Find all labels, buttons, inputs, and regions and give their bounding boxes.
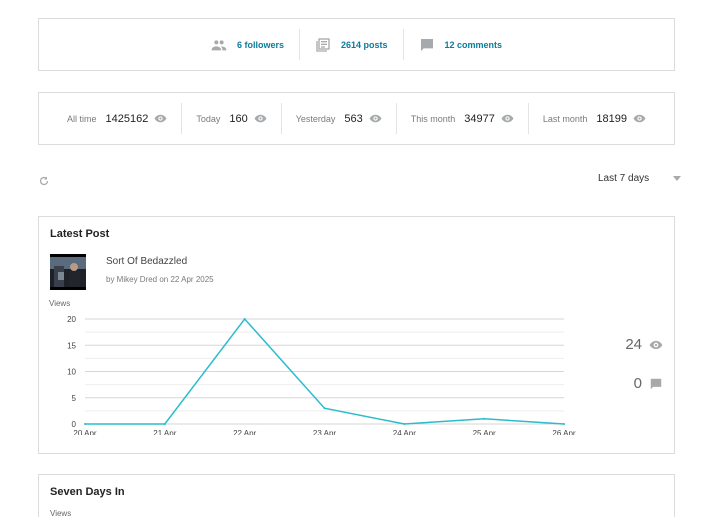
y-tick-label: 5	[72, 394, 77, 403]
views-summary: All time 1425162 Today 160 Yesterday 563…	[38, 92, 675, 145]
eye-icon	[254, 114, 267, 123]
views-label: All time	[66, 113, 97, 124]
x-tick-label: 25 Apr	[473, 429, 496, 435]
y-axis-label: Views	[49, 299, 70, 308]
post-title-link[interactable]: Sort Of Bedazzled	[106, 256, 187, 267]
post-comments-count: 0	[633, 375, 642, 392]
y-axis-ticks: 0 5 10 15 20	[67, 315, 76, 429]
refresh-icon[interactable]	[38, 175, 50, 187]
x-tick-label: 20 Apr	[73, 429, 96, 435]
y-tick-label: 20	[67, 315, 76, 324]
posts-link[interactable]: 2614 posts	[341, 40, 388, 50]
people-icon	[211, 39, 227, 50]
views-value: 160	[229, 112, 248, 125]
eye-icon	[633, 114, 646, 123]
views-value: 18199	[596, 112, 628, 125]
data-point[interactable]	[403, 423, 406, 425]
seven-days-card: Seven Days In Views	[38, 474, 675, 517]
views-last-month: Last month 18199	[527, 103, 660, 134]
followers-link[interactable]: 6 followers	[237, 40, 284, 50]
eye-icon	[501, 114, 514, 123]
views-this-month: This month 34977	[395, 103, 528, 134]
views-all-time: All time 1425162	[53, 103, 181, 134]
comment-icon	[650, 378, 662, 389]
eye-icon	[649, 340, 663, 349]
x-tick-label: 26 Apr	[552, 429, 575, 435]
posts-icon	[316, 37, 330, 52]
x-tick-label: 22 Apr	[233, 429, 256, 435]
comments-stat[interactable]: 12 comments	[402, 29, 518, 60]
views-value: 563	[344, 112, 363, 125]
views-label: Today	[196, 113, 221, 124]
views-value: 34977	[464, 112, 495, 125]
views-today: Today 160	[181, 103, 280, 134]
y-tick-label: 10	[67, 368, 76, 377]
views-value: 1425162	[105, 112, 149, 125]
y-tick-label: 0	[72, 420, 77, 429]
posts-stat[interactable]: 2614 posts	[298, 29, 403, 60]
eye-icon	[369, 114, 382, 123]
views-label: This month	[410, 113, 456, 124]
period-select-value: Last 7 days	[598, 173, 650, 184]
latest-post-card: Latest Post Sort Of Bedazzled by Mikey D…	[38, 216, 675, 454]
data-point[interactable]	[163, 423, 166, 425]
data-point[interactable]	[243, 318, 246, 320]
y-tick-label: 15	[67, 341, 76, 350]
post-thumbnail[interactable]	[50, 254, 86, 290]
data-point[interactable]	[84, 423, 86, 425]
eye-icon	[154, 114, 167, 123]
x-tick-label: 23 Apr	[313, 429, 336, 435]
stats-bar: 6 followers 2614 posts 12 comments	[38, 18, 675, 71]
post-byline: by Mikey Dred on 22 Apr 2025	[106, 275, 214, 284]
y-axis-label: Views	[50, 509, 72, 517]
thumbnail-image	[50, 254, 86, 290]
period-select[interactable]: Last 7 days	[598, 173, 682, 184]
x-axis-ticks: 20 Apr 21 Apr 22 Apr 23 Apr 24 Apr 25 Apr 26 A…	[73, 429, 575, 435]
seven-days-heading: Seven Days In	[50, 486, 125, 498]
comment-icon	[420, 38, 433, 51]
x-tick-label: 21 Apr	[153, 429, 176, 435]
views-label: Yesterday	[295, 113, 336, 124]
latest-post-heading: Latest Post	[50, 228, 110, 240]
views-yesterday: Yesterday 563	[280, 103, 396, 134]
post-comments-stat: 0	[634, 375, 663, 392]
followers-stat[interactable]: 6 followers	[196, 29, 299, 60]
data-point[interactable]	[483, 417, 486, 420]
x-tick-label: 24 Apr	[393, 429, 416, 435]
post-views-stat: 24	[625, 336, 663, 353]
chevron-down-icon	[673, 176, 682, 181]
views-label: Last month	[542, 113, 588, 124]
data-point[interactable]	[323, 407, 326, 410]
data-point[interactable]	[563, 423, 565, 425]
post-views-count: 24	[625, 336, 642, 353]
comments-link[interactable]: 12 comments	[445, 40, 503, 50]
views-line-chart: Views 05101520 20 Apr 21 Apr 22 Apr 23 Apr 2…	[49, 299, 576, 435]
